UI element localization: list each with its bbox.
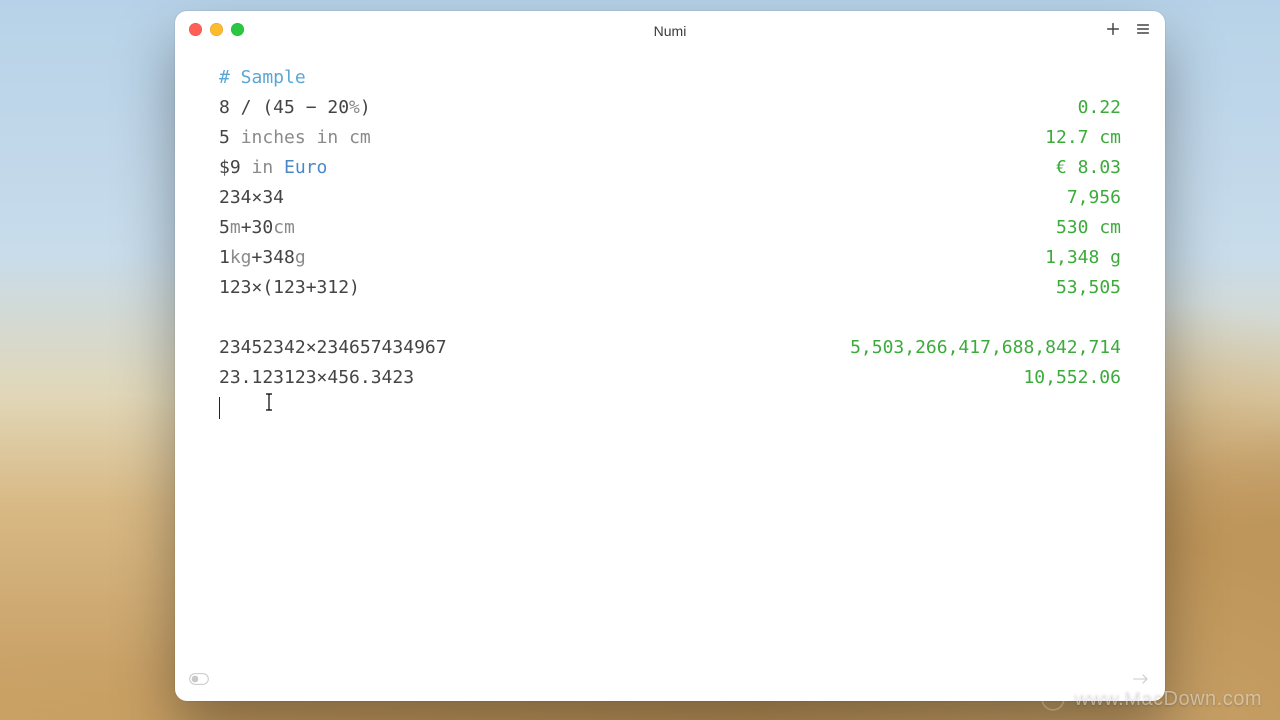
editor-line: 23.123123×456.3423 10,552.06: [219, 363, 1121, 393]
result: 53,505: [1056, 273, 1121, 303]
editor-line: 123×(123+312) 53,505: [219, 273, 1121, 303]
result: 7,956: [1067, 183, 1121, 213]
minimize-window-button[interactable]: [210, 23, 223, 36]
watermark-logo-icon: [1040, 686, 1066, 712]
expression: 8 / (45 − 20%): [219, 93, 371, 123]
menu-button[interactable]: [1133, 19, 1153, 39]
window-controls: [189, 23, 244, 36]
editor-line: $9 in Euro € 8.03: [219, 153, 1121, 183]
window-title: Numi: [654, 23, 687, 39]
editor-line: 1kg+348g 1,348 g: [219, 243, 1121, 273]
footer-bar: [175, 665, 1165, 701]
expression: 23452342×234657434967: [219, 333, 447, 363]
arrow-right-icon: [1131, 672, 1151, 686]
editor-area[interactable]: # Sample 8 / (45 − 20%)0.225 inches in c…: [175, 51, 1165, 665]
toggle-icon: [189, 672, 209, 686]
expression: 1kg+348g: [219, 243, 306, 273]
expression: 123×(123+312): [219, 273, 360, 303]
editor-line: [219, 303, 1121, 333]
expression: 23.123123×456.3423: [219, 363, 414, 393]
editor-line: 5 inches in cm 12.7 cm: [219, 123, 1121, 153]
editor-line: 8 / (45 − 20%) 0.22: [219, 93, 1121, 123]
expression: 5m+30cm: [219, 213, 295, 243]
editor-line: 23452342×234657434967 5,503,266,417,688,8…: [219, 333, 1121, 363]
result: 5,503,266,417,688,842,714: [850, 333, 1121, 363]
plus-icon: [1105, 21, 1121, 37]
titlebar: Numi: [175, 11, 1165, 51]
result: 1,348 g: [1045, 243, 1121, 273]
watermark-text: www.MacDown.com: [1074, 688, 1262, 711]
result: 12.7 cm: [1045, 123, 1121, 153]
toggle-indicator[interactable]: [189, 672, 209, 691]
new-tab-button[interactable]: [1103, 19, 1123, 39]
caret-line: [219, 393, 220, 423]
text-caret: [219, 397, 220, 419]
result: 10,552.06: [1023, 363, 1121, 393]
hamburger-icon: [1135, 21, 1151, 37]
doc-header: # Sample: [219, 63, 306, 93]
result: € 8.03: [1056, 153, 1121, 183]
editor-line: 5m+30cm 530 cm: [219, 213, 1121, 243]
close-window-button[interactable]: [189, 23, 202, 36]
editor-line: 234×34 7,956: [219, 183, 1121, 213]
watermark: www.MacDown.com: [1040, 686, 1262, 712]
expression: 234×34: [219, 183, 284, 213]
app-window: Numi # Sample 8 / (45 − 20%)0.225 inches…: [175, 11, 1165, 701]
result: 0.22: [1078, 93, 1121, 123]
expression: 5 inches in cm: [219, 123, 371, 153]
result: 530 cm: [1056, 213, 1121, 243]
zoom-window-button[interactable]: [231, 23, 244, 36]
expression: $9 in Euro: [219, 153, 327, 183]
